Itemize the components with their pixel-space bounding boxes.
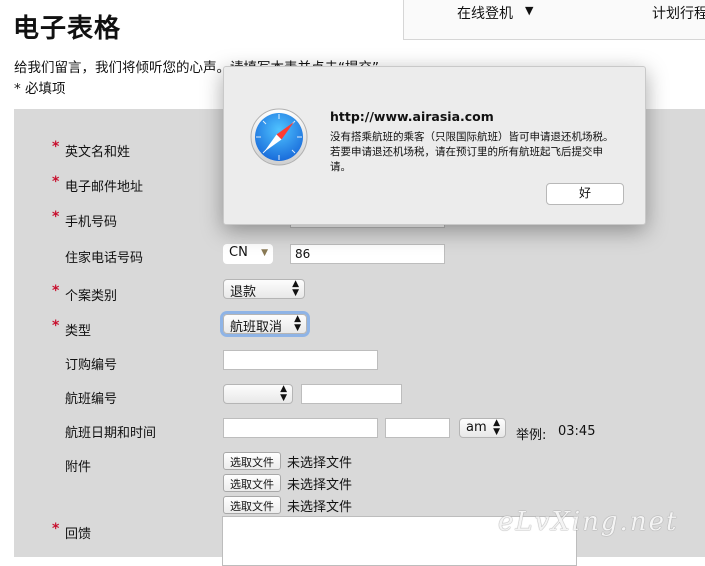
caret-down-icon[interactable]: ▼ — [525, 4, 533, 17]
plan-trip-link[interactable]: 计划行程 — [652, 3, 705, 23]
required-mark: * — [52, 318, 60, 334]
example-label: 举例: — [516, 428, 547, 443]
required-note: * 必填项 — [14, 81, 66, 97]
alert-dialog: http://www.airasia.com 没有搭乘航班的乘客（只限国际航班）… — [223, 66, 646, 225]
home-phone-input[interactable]: 86 — [290, 244, 445, 264]
no-file-text: 未选择文件 — [287, 500, 353, 515]
booking-number-label: 订购编号 — [65, 358, 118, 373]
updown-arrows-icon: ▲ ▼ — [292, 279, 299, 298]
triangle-down-icon: ▼ — [261, 248, 268, 258]
page-title: 电子表格 — [13, 14, 122, 44]
booking-number-input[interactable] — [223, 350, 378, 370]
flight-number-label: 航班编号 — [65, 392, 118, 407]
name-label: 英文名和姓 — [65, 145, 131, 160]
mobile-label: 手机号码 — [65, 215, 118, 230]
feedback-label: 回馈 — [65, 527, 92, 542]
flight-datetime-label: 航班日期和时间 — [65, 426, 157, 441]
case-type-label: 个案类别 — [65, 289, 118, 304]
attachment-label: 附件 — [65, 460, 92, 475]
flight-date-input[interactable] — [223, 418, 378, 438]
watermark-logo: eLvXing.net — [498, 507, 679, 537]
required-mark: * — [52, 209, 60, 225]
type-label: 类型 — [65, 324, 92, 339]
updown-arrows-icon: ▲ ▼ — [280, 384, 287, 403]
updown-arrows-icon: ▲ ▼ — [493, 418, 500, 437]
flight-time-input[interactable] — [385, 418, 450, 438]
choose-file-button-3[interactable]: 选取文件 — [223, 496, 281, 514]
type-select[interactable]: 航班取消 ▲ ▼ — [223, 314, 307, 335]
type-value: 航班取消 — [230, 320, 283, 335]
ampm-select[interactable]: am ▲ ▼ — [459, 418, 506, 438]
choose-file-button-2[interactable]: 选取文件 — [223, 474, 281, 492]
updown-arrows-icon: ▲ ▼ — [294, 314, 301, 333]
dialog-message: 没有搭乘航班的乘客（只限国际航班）皆可申请退还机场税。若要申请退还机场税，请在预… — [330, 131, 614, 173]
case-type-value: 退款 — [230, 285, 257, 300]
case-type-select[interactable]: 退款 ▲ ▼ — [223, 279, 305, 300]
email-label: 电子邮件地址 — [65, 180, 144, 195]
required-mark: * — [52, 283, 60, 299]
no-file-text: 未选择文件 — [287, 478, 353, 493]
ampm-value: am — [466, 420, 487, 435]
required-mark: * — [52, 521, 60, 537]
flight-code-select[interactable]: ▲ ▼ — [223, 384, 293, 404]
home-phone-label: 住家电话号码 — [65, 251, 144, 266]
online-checkin-link[interactable]: 在线登机 — [457, 3, 513, 23]
home-phone-value: 86 — [295, 247, 311, 261]
choose-file-button-1[interactable]: 选取文件 — [223, 452, 281, 470]
country-code-value: CN — [229, 245, 248, 260]
home-phone-country-select[interactable]: CN ▼ — [223, 244, 273, 264]
ok-button[interactable]: 好 — [546, 183, 624, 205]
safari-compass-icon — [250, 108, 308, 166]
required-mark: * — [52, 174, 60, 190]
no-file-text: 未选择文件 — [287, 456, 353, 471]
flight-number-input[interactable] — [301, 384, 402, 404]
required-mark: * — [52, 139, 60, 155]
dialog-url: http://www.airasia.com — [330, 109, 494, 124]
example-time: 03:45 — [558, 424, 596, 439]
